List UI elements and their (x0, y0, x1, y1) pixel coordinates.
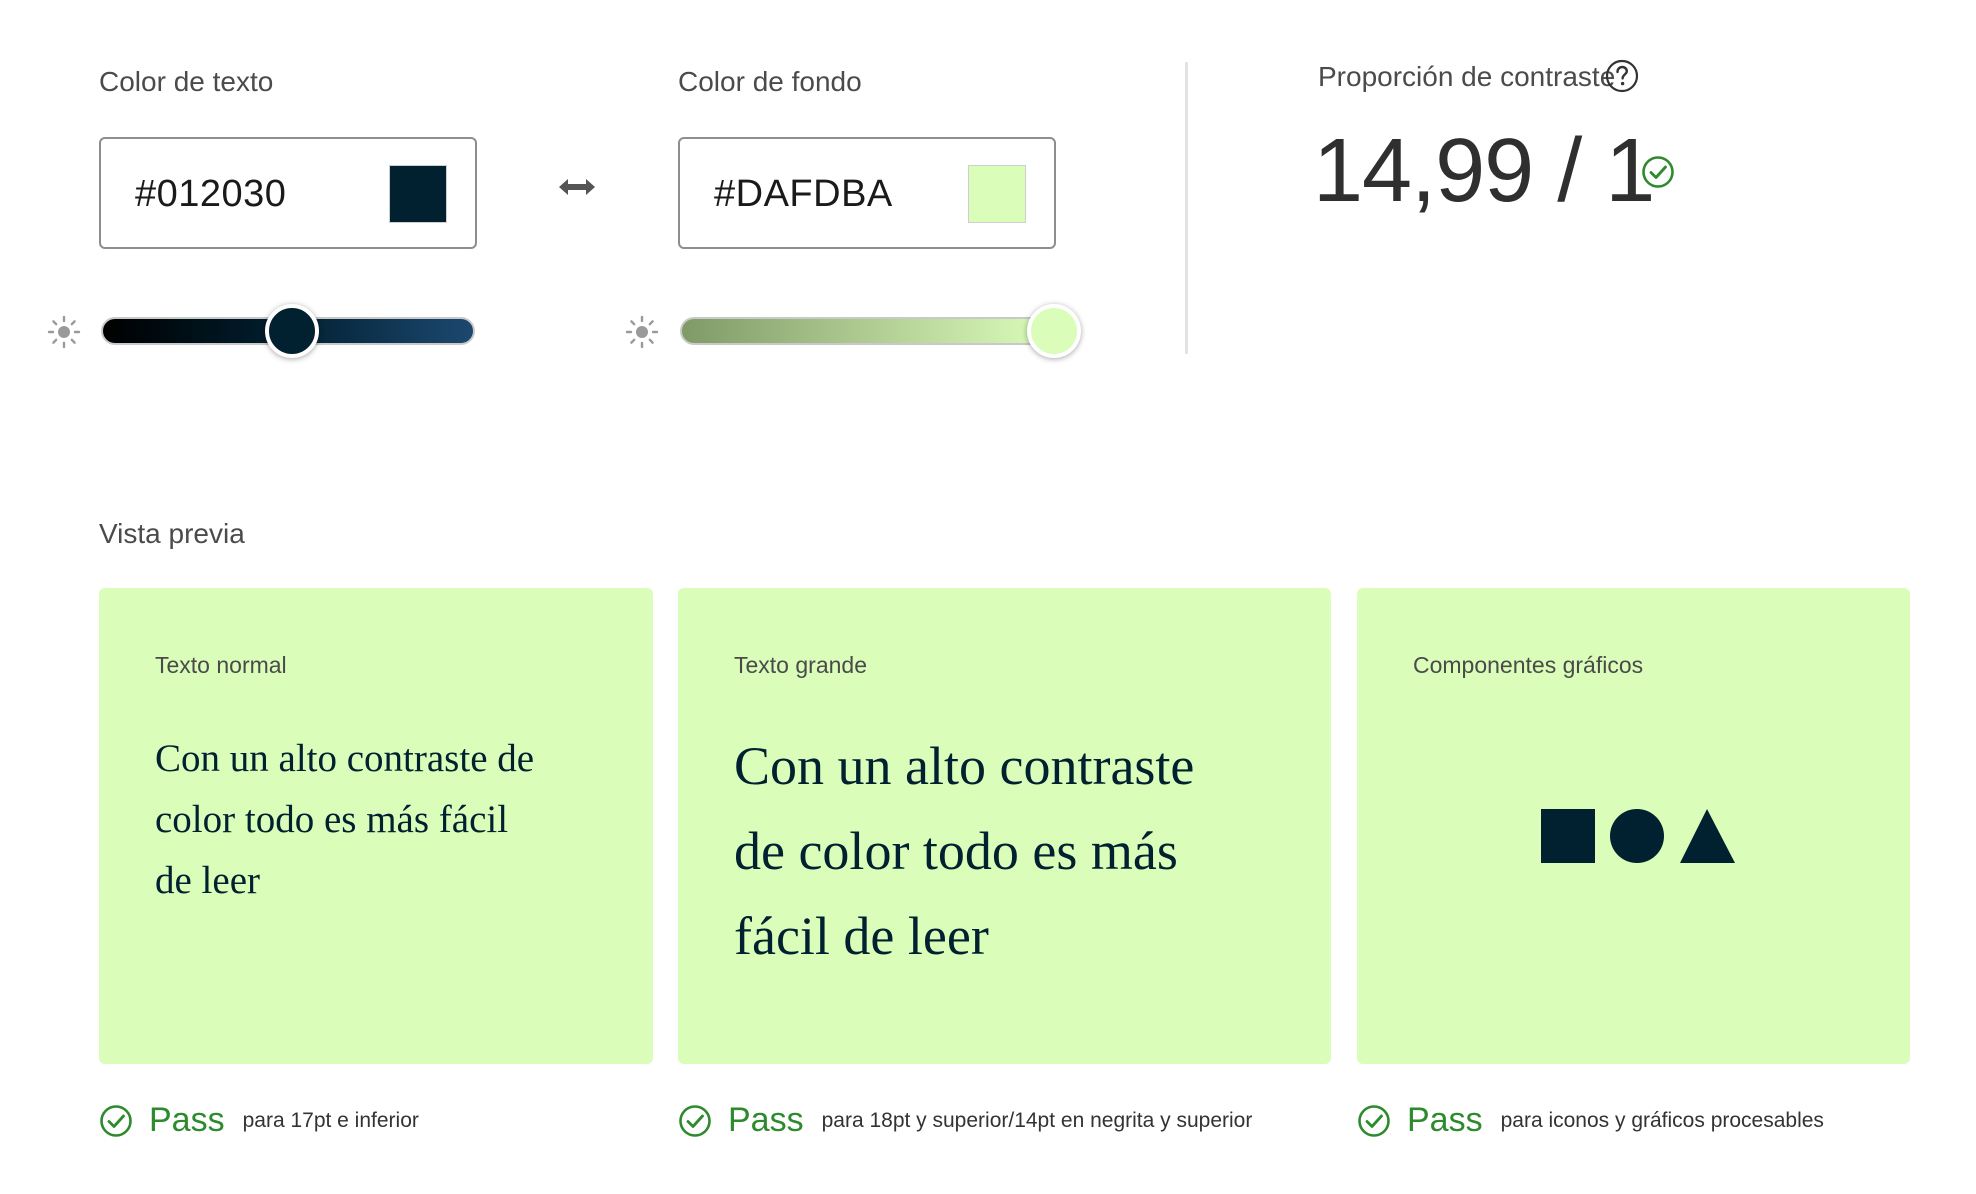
sample-text-line: color todo es más fácil (155, 798, 509, 841)
contrast-ratio-value: 14,99 / 1 (1313, 121, 1655, 221)
background-brightness-slider-thumb[interactable] (1027, 304, 1081, 358)
background-color-hex-value[interactable]: #DAFDBA (714, 173, 893, 216)
text-color-label: Color de texto (99, 66, 274, 97)
sample-text-line: de color todo es más (734, 821, 1178, 881)
pass-label: Pass (1407, 1101, 1483, 1139)
background-brightness-sun-icon (625, 315, 659, 349)
preview-card-graphics: Componentes gráficos (1357, 588, 1910, 1064)
background-color-input[interactable]: #DAFDBA (678, 137, 1056, 249)
question-circle-icon[interactable] (1605, 59, 1639, 93)
pass-row-normal: Pass para 17pt e inferior (99, 1101, 419, 1140)
pass-description: para 17pt e inferior (242, 1108, 419, 1132)
preview-title: Vista previa (99, 518, 245, 549)
pass-label: Pass (728, 1101, 804, 1139)
preview-card-large-text: Texto grande Con un alto contraste de co… (678, 588, 1331, 1064)
background-brightness-slider-track[interactable] (680, 317, 1054, 345)
sample-text-line: Con un alto contraste de (155, 737, 535, 780)
text-color-swatch[interactable] (389, 165, 447, 223)
graphic-shapes (1541, 809, 1735, 863)
background-color-label: Color de fondo (678, 66, 862, 97)
text-brightness-sun-icon (47, 315, 81, 349)
contrast-ratio-label: Proporción de contraste (1318, 61, 1616, 92)
check-circle-icon (1642, 156, 1674, 188)
sample-text-line: fácil de leer (734, 906, 989, 966)
pass-row-large: Pass para 18pt y superior/14pt en negrit… (678, 1101, 1252, 1140)
preview-card-normal-text: Texto normal Con un alto contraste de co… (99, 588, 653, 1064)
text-color-hex-value[interactable]: #012030 (135, 173, 286, 216)
pass-row-graphics: Pass para iconos y gráficos procesables (1357, 1101, 1824, 1140)
check-circle-icon (100, 1104, 132, 1137)
circle-shape (1610, 809, 1664, 863)
sample-text-line: de leer (155, 859, 261, 902)
pass-description: para 18pt y superior/14pt en negrita y s… (821, 1108, 1253, 1132)
sample-text-line: Con un alto contraste (734, 736, 1195, 796)
check-circle-icon (679, 1104, 711, 1137)
text-brightness-slider-thumb[interactable] (264, 304, 319, 358)
card-title: Texto normal (155, 652, 287, 678)
sample-text: Con un alto contraste de color todo es m… (734, 724, 1194, 979)
vertical-divider (1185, 62, 1188, 354)
card-title: Texto grande (734, 652, 867, 678)
background-color-swatch[interactable] (968, 165, 1026, 223)
square-shape (1541, 809, 1595, 863)
card-title: Componentes gráficos (1413, 652, 1644, 678)
text-color-input[interactable]: #012030 (99, 137, 477, 249)
pass-description: para iconos y gráficos procesables (1500, 1108, 1824, 1132)
triangle-shape (1680, 809, 1735, 863)
swap-colors-icon[interactable] (557, 175, 597, 199)
pass-label: Pass (149, 1101, 225, 1139)
check-circle-icon (1358, 1104, 1390, 1137)
sample-text: Con un alto contraste de color todo es m… (155, 728, 534, 911)
